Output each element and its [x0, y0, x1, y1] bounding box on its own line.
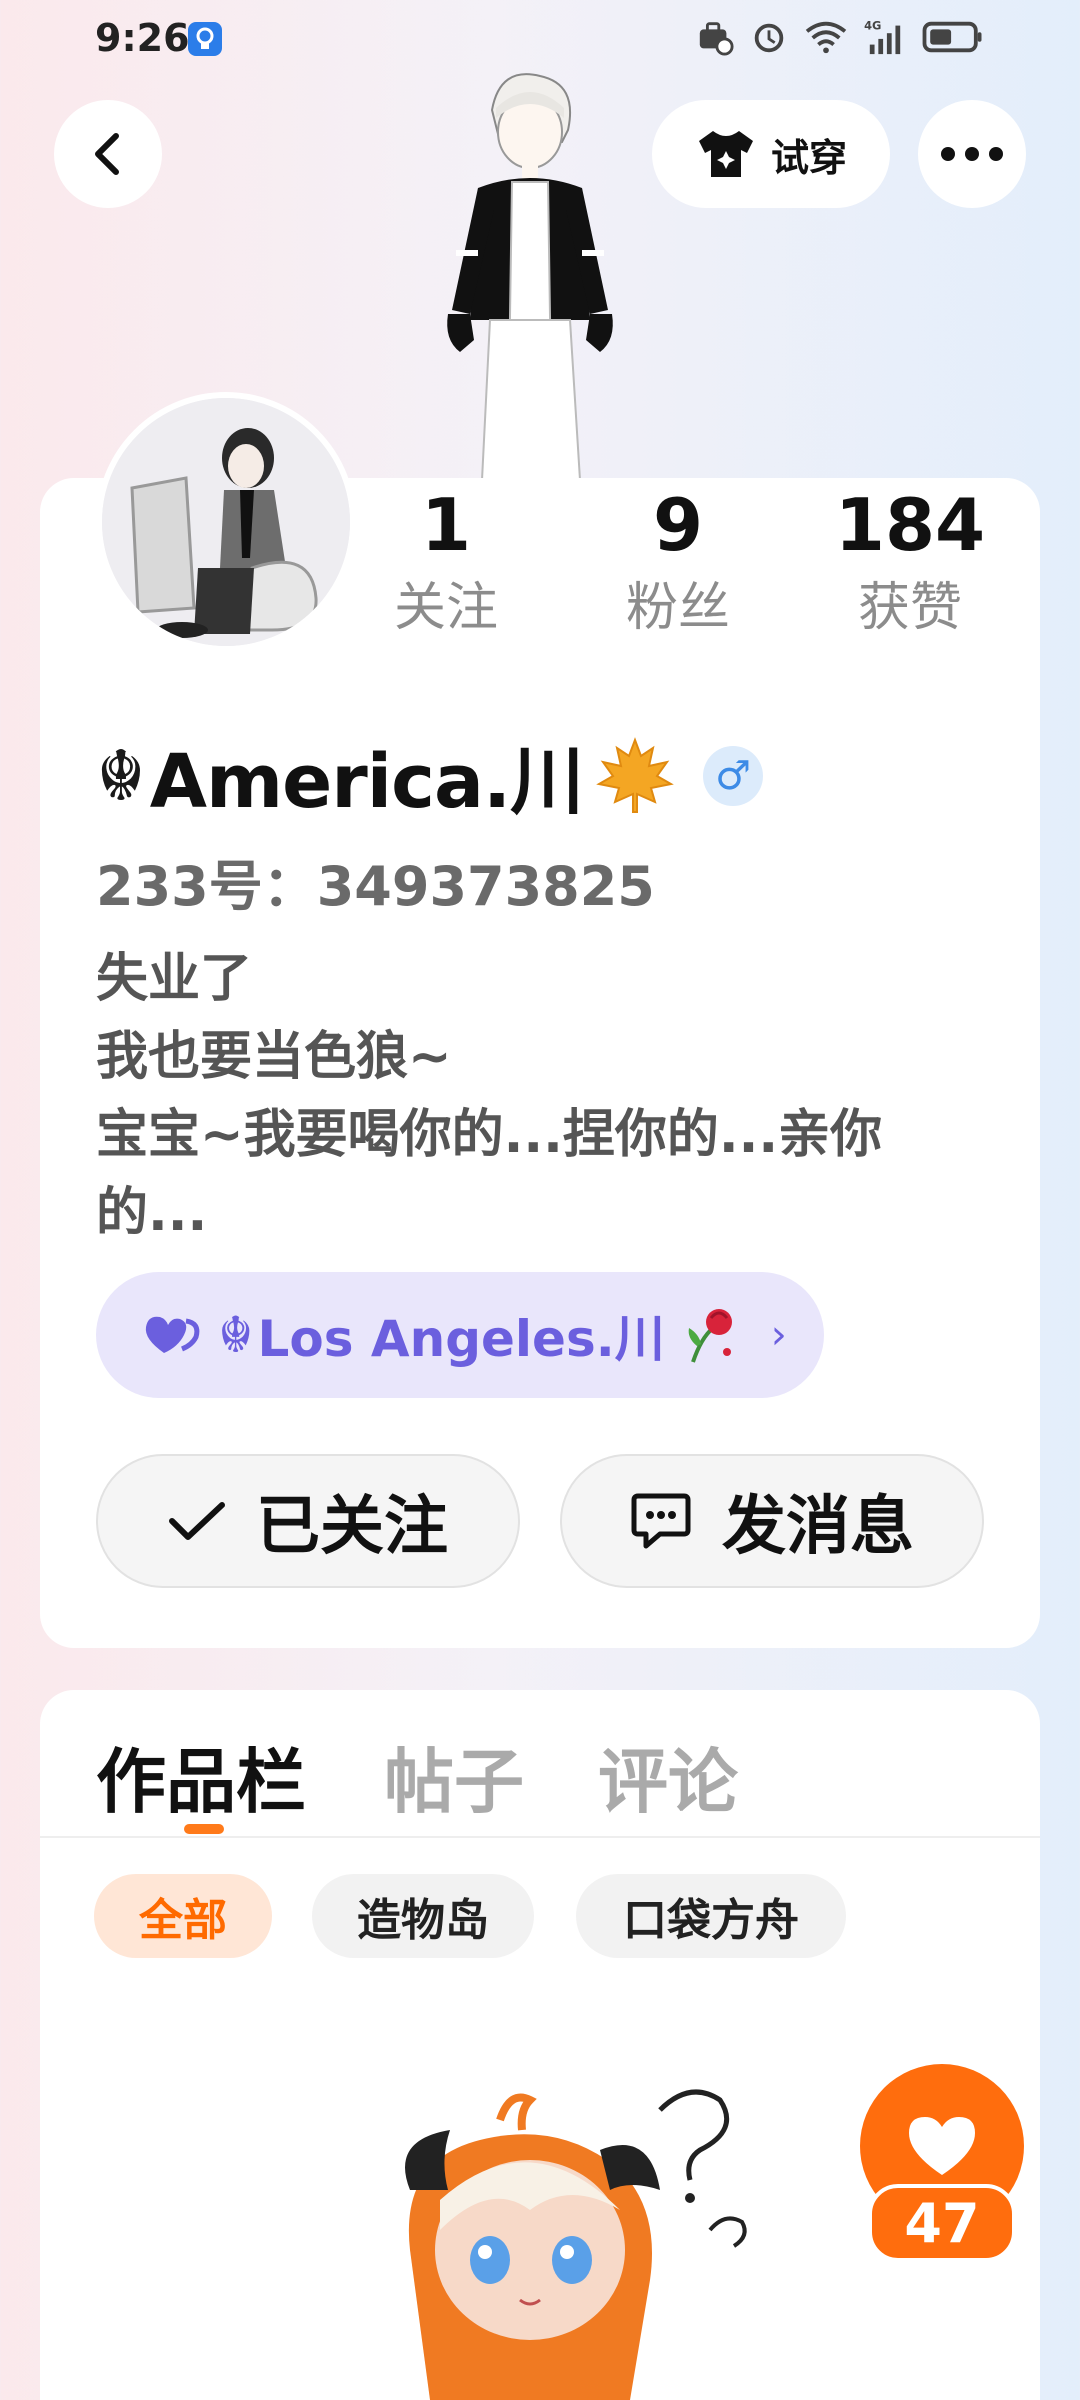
heart-icon [909, 2117, 975, 2175]
more-button[interactable] [918, 100, 1026, 208]
stat-followers-value: 9 [652, 483, 704, 567]
more-dots-icon [941, 147, 1003, 161]
gender-male-icon: ♂ [703, 745, 764, 806]
stat-likes[interactable]: 184 获赞 [810, 478, 1010, 638]
chevron-left-icon [95, 133, 119, 175]
partner-link[interactable]: ☬ Los Angeles.川 🥀 › [96, 1272, 824, 1398]
stat-likes-value: 184 [834, 483, 986, 567]
partner-symbol: ☬ [218, 1306, 254, 1364]
partner-name: Los Angeles.川 [257, 1310, 665, 1368]
partner-chevron-icon: › [770, 1312, 787, 1358]
stat-following[interactable]: 1 关注 [346, 478, 546, 638]
back-button[interactable] [54, 100, 162, 208]
stat-followers-label: 粉丝 [625, 578, 730, 638]
work-thumbnail-image[interactable] [330, 2080, 790, 2400]
filter-all[interactable]: 全部 [94, 1874, 272, 1958]
network-label: 4G [864, 18, 881, 32]
lightbulb-notification-icon [188, 22, 222, 56]
username-row: ☬ America.川 🍁 ♂ [96, 722, 764, 829]
bio-text: 失业了 我也要当色狼~ 宝宝~我要喝你的...捏你的...亲你的... [96, 949, 883, 1243]
tab-comments[interactable]: 评论 [598, 1726, 738, 1827]
tab-posts[interactable]: 帖子 [384, 1726, 524, 1827]
message-button-label: 发消息 [722, 1490, 914, 1564]
stat-following-value: 1 [420, 483, 472, 567]
try-on-label: 试穿 [770, 135, 847, 180]
username-symbol: ☬ [96, 734, 146, 817]
status-time: 9:26 [95, 16, 190, 60]
wifi-icon [805, 21, 847, 54]
follow-button-label: 已关注 [256, 1490, 448, 1564]
active-tab-indicator [184, 1824, 224, 1834]
message-button[interactable]: 发消息 [560, 1454, 984, 1588]
try-on-button[interactable]: 试穿 [652, 100, 890, 208]
filter-creation-island[interactable]: 造物岛 [312, 1874, 534, 1958]
user-id: 233号：349373825 [96, 855, 655, 918]
tshirt-icon [698, 131, 753, 177]
alarm-icon [754, 23, 784, 53]
heart-pair-icon [145, 1316, 200, 1353]
tab-works[interactable]: 作品栏 [96, 1726, 306, 1827]
status-bar: 9:26 4G [0, 0, 1080, 80]
chat-bubble-icon [631, 1493, 691, 1549]
maple-leaf-icon: 🍁 [596, 736, 674, 813]
username: America.川 [149, 739, 584, 825]
tabs-divider [40, 1836, 1040, 1838]
stat-likes-label: 获赞 [857, 578, 962, 638]
battery-icon [922, 21, 982, 53]
signal-icon: 4G [864, 18, 901, 55]
briefcase-icon [699, 22, 734, 56]
wilted-rose-icon: 🥀 [688, 1309, 732, 1363]
follow-button[interactable]: 已关注 [96, 1454, 520, 1588]
avatar-image [102, 398, 350, 646]
like-count: 47 [868, 2184, 1016, 2262]
filter-pocket-ark[interactable]: 口袋方舟 [576, 1874, 846, 1958]
avatar[interactable] [96, 392, 356, 652]
stat-followers[interactable]: 9 粉丝 [578, 478, 778, 638]
stat-following-label: 关注 [393, 578, 498, 638]
checkmark-icon [169, 1502, 225, 1540]
status-icons: 4G [695, 18, 985, 56]
character-figure [447, 73, 613, 480]
